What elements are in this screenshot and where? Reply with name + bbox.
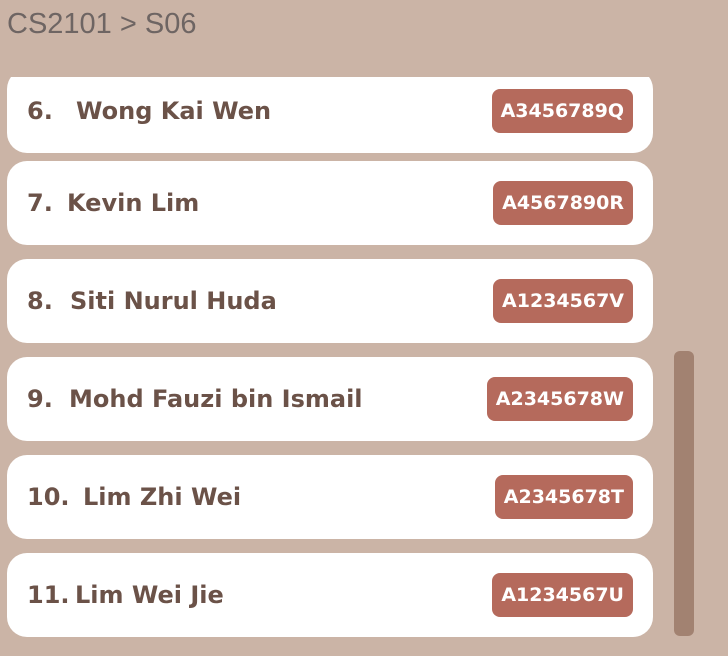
student-list[interactable]: 6. Wong Kai Wen A3456789Q 7. Kevin Lim A…	[0, 77, 665, 656]
scrollbar-track[interactable]	[674, 351, 694, 636]
student-index: 7.	[27, 189, 53, 217]
student-name: Wong Kai Wen	[76, 97, 272, 125]
student-index: 6.	[27, 97, 53, 125]
student-index: 9.	[27, 385, 53, 413]
student-id-badge: A2345678W	[486, 377, 633, 421]
student-card-kevin-lim[interactable]: 7. Kevin Lim A4567890R	[7, 161, 653, 245]
student-id-badge: A1234567V	[493, 279, 633, 323]
student-index: 8.	[27, 287, 53, 315]
student-name: Kevin Lim	[67, 189, 200, 217]
student-id-badge: A1234567U	[492, 573, 633, 617]
student-id-badge: A4567890R	[493, 181, 633, 225]
student-name: Lim Wei Jie	[75, 581, 224, 609]
student-id-badge: A2345678T	[494, 475, 633, 519]
student-name: Siti Nurul Huda	[70, 287, 277, 315]
student-index: 11.	[27, 581, 70, 609]
breadcrumb: CS2101 > S06	[7, 8, 197, 40]
student-card-mohd-fauzi-bin-ismail[interactable]: 9. Mohd Fauzi bin Ismail A2345678W	[7, 357, 653, 441]
student-card-lim-zhi-wei[interactable]: 10. Lim Zhi Wei A2345678T	[7, 455, 653, 539]
scrollbar-thumb[interactable]	[674, 351, 694, 636]
student-id-badge: A3456789Q	[491, 89, 633, 133]
student-name: Lim Zhi Wei	[83, 483, 242, 511]
student-card-siti-nurul-huda[interactable]: 8. Siti Nurul Huda A1234567V	[7, 259, 653, 343]
student-name: Mohd Fauzi bin Ismail	[69, 385, 363, 413]
student-card-lim-wei-jie[interactable]: 11. Lim Wei Jie A1234567U	[7, 553, 653, 637]
student-index: 10.	[27, 483, 70, 511]
student-card-wong-kai-wen[interactable]: 6. Wong Kai Wen A3456789Q	[7, 77, 653, 153]
